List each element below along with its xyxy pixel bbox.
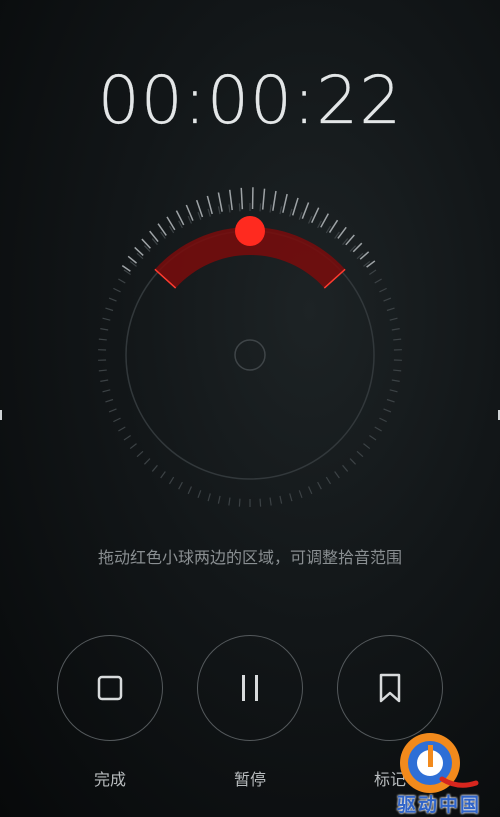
dial-tick — [379, 287, 387, 293]
dial-direction-tick — [320, 213, 330, 228]
dial-tick — [298, 490, 303, 499]
bookmark-icon — [379, 673, 401, 703]
dial-direction-tick — [359, 251, 370, 260]
dial-direction-tick — [282, 193, 288, 213]
dial-tick — [374, 426, 382, 432]
dial-tick — [178, 481, 183, 490]
dial-tick — [102, 389, 111, 393]
dial-tick — [105, 307, 114, 312]
dial-tick — [113, 417, 121, 423]
dial-tick — [217, 495, 221, 504]
pickup-range-hint: 拖动红色小球两边的区域，可调整拾音范围 — [97, 548, 402, 567]
dial-tick — [217, 206, 221, 215]
dial-tick — [379, 417, 387, 423]
dial-tick — [207, 493, 211, 502]
dial-tick — [289, 208, 293, 217]
dial-tick — [389, 317, 398, 321]
dial-tick — [98, 369, 107, 372]
dial-tick — [129, 443, 137, 450]
dial-tick — [151, 464, 158, 472]
dial-direction-tick — [228, 189, 233, 211]
dial-tick — [108, 297, 117, 302]
dial-tick — [389, 389, 398, 393]
dial-tick — [238, 203, 241, 212]
dial-tick — [325, 476, 332, 485]
dial-tick — [228, 497, 231, 506]
dial-tick — [228, 204, 231, 213]
dial-tick — [374, 278, 382, 284]
dial-tick — [383, 408, 392, 413]
dial-center — [234, 339, 266, 371]
dial-tick — [238, 498, 241, 507]
finish-button[interactable] — [57, 635, 163, 741]
pickup-range-dial[interactable] — [0, 170, 500, 520]
dial-tick — [259, 203, 262, 212]
dial-tick — [369, 435, 377, 441]
dial-tick — [187, 486, 192, 495]
dial-tick — [289, 493, 293, 502]
dial-tick — [168, 476, 175, 485]
dial-tick — [391, 379, 400, 382]
dial-tick — [160, 471, 166, 479]
dial-direction-tick — [240, 187, 244, 210]
dial-tick — [207, 208, 211, 217]
watermark-text: 驱动中国 — [396, 794, 481, 816]
dial-tick — [356, 450, 364, 458]
dial-direction-tick — [127, 255, 138, 264]
dial-tick — [100, 328, 109, 331]
dial-tick — [363, 443, 371, 450]
dial-tick — [383, 297, 392, 302]
dial-tick — [197, 490, 202, 499]
pause-icon — [242, 675, 258, 701]
dial-direction-tick — [311, 207, 320, 223]
dial-tick — [123, 435, 131, 441]
dial-tick — [393, 369, 402, 372]
dial-tick — [100, 379, 109, 382]
dial-tick — [317, 481, 322, 490]
dial-tick — [298, 211, 303, 220]
dial-tick — [197, 211, 202, 220]
dial-tick — [102, 317, 111, 321]
dial-tick — [349, 458, 357, 465]
dial-tick — [279, 206, 283, 215]
dial-direction-tick — [291, 197, 299, 216]
dial-direction-tick — [121, 264, 131, 272]
dial-tick — [369, 269, 377, 275]
dial-tick — [105, 398, 114, 403]
dial-direction-tick — [301, 202, 310, 219]
dial-tick — [136, 450, 144, 458]
dial-direction-tick — [272, 190, 277, 211]
dial-tick — [269, 497, 272, 506]
pause-label: 暂停 — [233, 770, 266, 789]
dial-tick — [391, 328, 400, 331]
dial-direction-tick — [195, 199, 204, 218]
dial-direction-tick — [261, 188, 266, 210]
dial-tick — [108, 408, 117, 413]
dial-tick — [118, 278, 126, 284]
dial-tick — [143, 458, 151, 465]
dial-tick — [386, 307, 395, 312]
dial-direction-tick — [206, 195, 213, 215]
dial-tick — [259, 498, 262, 507]
dial-tick — [334, 471, 340, 479]
dial-tick — [113, 287, 121, 293]
dial-tick — [393, 338, 402, 341]
dial-tick — [118, 426, 126, 432]
dial-tick — [342, 464, 349, 472]
pickup-handle-ball[interactable] — [235, 216, 265, 246]
finish-label: 完成 — [93, 770, 126, 789]
dial-tick — [98, 338, 107, 341]
dial-tick — [279, 495, 283, 504]
dial-tick — [308, 486, 313, 495]
pause-button[interactable] — [197, 635, 303, 741]
elapsed-time: 00:00:22 — [97, 62, 403, 139]
dial-tick — [386, 398, 395, 403]
stop-icon — [97, 675, 123, 701]
dial-direction-tick — [366, 260, 376, 268]
dial-tick — [269, 204, 272, 213]
